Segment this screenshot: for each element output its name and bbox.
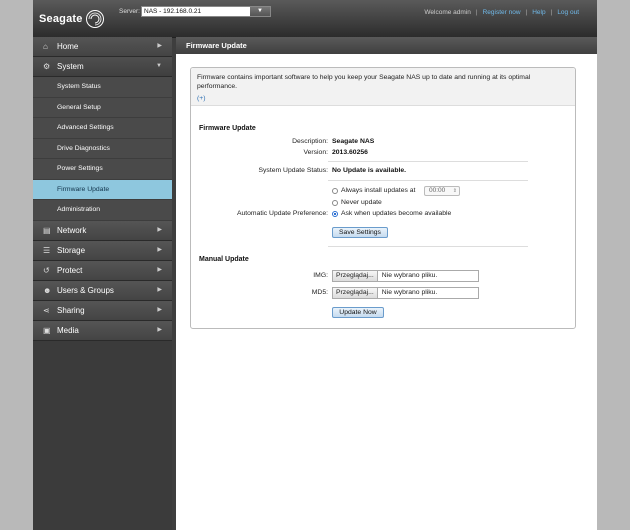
firmware-panel: Firmware contains important software to … [190,67,576,329]
radio-circle[interactable] [332,199,338,206]
sidebar-item-label: Users & Groups [57,285,114,295]
sidebar-item-storage[interactable]: ☰ Storage ▶ [33,240,172,261]
radio-circle[interactable] [332,187,338,194]
img-label: IMG: [313,272,328,279]
radio-never-update[interactable]: Never update [332,199,382,206]
update-status-value: No Update is available. [332,167,407,174]
intro-box: Firmware contains important software to … [191,68,575,106]
link-separator: | [475,9,478,16]
divider [328,180,528,181]
chevron-right-icon: ▶ [157,326,162,333]
seagate-swirl-icon [85,10,104,28]
version-value: 2013.60256 [332,149,368,156]
logout-link[interactable]: Log out [557,9,579,16]
chevron-right-icon: ▶ [157,246,162,253]
radio-circle-selected[interactable] [332,210,338,217]
radio-always-install[interactable]: Always install updates at [332,187,415,194]
radio-ask-when-available[interactable]: Ask when updates become available [332,210,451,217]
submenu-power-settings[interactable]: Power Settings [33,159,172,180]
server-label: Server: [119,8,140,15]
link-separator: | [550,9,553,16]
chevron-down-icon: ▼ [156,63,162,69]
chevron-right-icon: ▶ [157,226,162,233]
update-time-value: 00:00 [429,187,446,194]
sidebar-item-system[interactable]: ⚙ System ▼ [33,57,172,77]
sidebar: ⌂ Home ▶ ⚙ System ▼ System Status Genera… [33,37,172,530]
submenu-system-status[interactable]: System Status [33,77,172,98]
radio-label: Always install updates at [341,187,416,194]
img-browse-button[interactable]: Przeglądaj... [333,271,378,281]
system-submenu: System Status General Setup Advanced Set… [33,77,172,221]
app-window: Seagate Server: NAS - 192.168.0.21 ▼ Wel… [33,0,597,530]
brand-name: Seagate [39,13,83,25]
home-icon: ⌂ [43,42,48,51]
sharing-icon: ⋖ [43,305,50,315]
description-value: Seagate NAS [332,138,375,145]
chevron-right-icon: ▶ [157,306,162,313]
sidebar-item-label: Network [57,225,87,235]
description-label: Description: [292,138,328,145]
chevron-down-icon[interactable]: ▼ [250,7,270,16]
update-status-label: System Update Status: [258,167,328,174]
md5-label: MD5: [311,289,328,296]
help-link[interactable]: Help [532,9,545,16]
chevron-right-icon: ▶ [157,43,162,49]
network-icon: ▤ [43,225,51,235]
server-select[interactable]: NAS - 192.168.0.21 ▼ [141,6,271,17]
server-select-value: NAS - 192.168.0.21 [144,8,202,15]
link-separator: | [525,9,528,16]
update-time-select[interactable]: 00:00 ⇕ [424,186,460,196]
sidebar-item-label: Home [57,42,79,51]
users-icon: ☻ [43,285,52,295]
sidebar-item-media[interactable]: ▣ Media ▶ [33,320,172,341]
sidebar-item-users-groups[interactable]: ☻ Users & Groups ▶ [33,280,172,301]
submenu-general-setup[interactable]: General Setup [33,98,172,118]
chevron-right-icon: ▶ [157,266,162,273]
sidebar-item-label: Sharing [57,305,85,315]
update-now-button[interactable]: Update Now [332,307,384,318]
media-icon: ▣ [43,325,51,335]
seagate-logo: Seagate [39,8,105,30]
md5-file-input[interactable]: Przeglądaj... Nie wybrano pliku. [332,287,479,299]
top-links: Welcome admin | Register now | Help | Lo… [424,9,579,16]
submenu-firmware-update[interactable]: Firmware Update [33,179,172,200]
stepper-icon[interactable]: ⇕ [453,187,457,195]
submenu-advanced-settings[interactable]: Advanced Settings [33,118,172,139]
sidebar-item-network[interactable]: ▤ Network ▶ [33,220,172,241]
main-content: Firmware Update Firmware contains import… [176,37,597,530]
save-settings-button[interactable]: Save Settings [332,227,388,238]
sidebar-item-home[interactable]: ⌂ Home ▶ [33,37,172,57]
manual-section-title: Manual Update [199,256,249,263]
register-link[interactable]: Register now [483,9,521,16]
protect-icon: ↺ [43,265,50,275]
radio-label: Ask when updates become available [341,210,452,217]
sidebar-item-sharing[interactable]: ⋖ Sharing ▶ [33,300,172,321]
submenu-administration[interactable]: Administration [33,200,172,221]
img-file-status: Nie wybrano pliku. [381,272,438,279]
radio-label: Never update [341,199,382,206]
version-label: Version: [303,149,328,156]
top-header: Seagate Server: NAS - 192.168.0.21 ▼ Wel… [33,0,597,38]
md5-browse-button[interactable]: Przeglądaj... [333,288,378,298]
more-info-link[interactable]: (+) [197,94,569,103]
welcome-text: Welcome admin [424,9,471,16]
divider [328,161,528,162]
divider [328,246,528,247]
sidebar-item-label: System [57,62,84,71]
system-icon: ⚙ [43,62,51,71]
intro-text: Firmware contains important software to … [197,74,531,90]
auto-update-pref-label: Automatic Update Preference: [236,210,328,217]
firmware-section-title: Firmware Update [199,125,256,132]
sidebar-item-label: Protect [57,265,83,275]
page-title: Firmware Update [176,37,597,54]
sidebar-item-label: Media [57,325,79,335]
chevron-right-icon: ▶ [157,286,162,293]
md5-file-status: Nie wybrano pliku. [381,289,438,296]
img-file-input[interactable]: Przeglądaj... Nie wybrano pliku. [332,270,479,282]
sidebar-item-label: Storage [57,245,86,255]
submenu-drive-diagnostics[interactable]: Drive Diagnostics [33,139,172,159]
storage-icon: ☰ [43,245,51,255]
sidebar-item-protect[interactable]: ↺ Protect ▶ [33,260,172,281]
